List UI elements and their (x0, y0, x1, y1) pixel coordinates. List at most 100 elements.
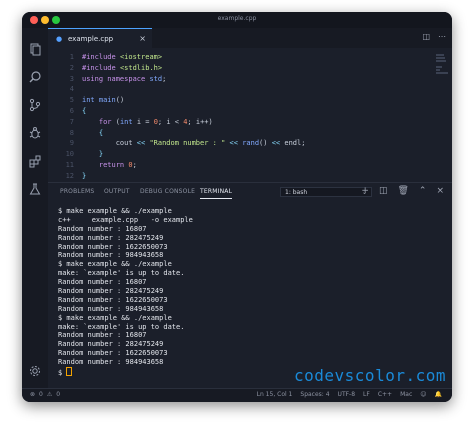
split-editor-icon[interactable]: ◫ (422, 32, 430, 41)
line-number: 11 (65, 160, 74, 169)
extensions-icon[interactable] (28, 154, 42, 168)
debug-icon[interactable] (28, 126, 42, 140)
terminal-line: Random number : 984943658 (58, 251, 164, 260)
code-line[interactable]: 11 return 0; (48, 160, 418, 171)
code-text: using namespace std; (82, 74, 167, 83)
status-bar: ⊗ 0 ⚠ 0 Ln 15, Col 1 Spaces: 4 UTF-8 LF … (22, 388, 452, 402)
maximize-panel-icon[interactable]: ⌃ (419, 186, 427, 196)
minimap[interactable] (436, 54, 448, 84)
code-line[interactable]: 1 #include <iostream> (48, 52, 418, 63)
line-number: 5 (69, 96, 74, 105)
tab-label: example.cpp (68, 34, 114, 43)
code-line[interactable]: 2 #include <stdlib.h> (48, 63, 418, 74)
tab-terminal[interactable]: TERMINAL (200, 188, 233, 199)
title-bar: example.cpp (22, 12, 452, 28)
warning-count: 0 (56, 391, 61, 398)
code-text: #include <stdlib.h> (82, 63, 163, 72)
terminal-line: $ make example && ./example (58, 260, 172, 269)
line-number: 2 (69, 63, 74, 72)
terminal-line: $ make example && ./example (58, 207, 172, 215)
terminal-prompt: $ (58, 369, 67, 378)
settings-gear-icon[interactable] (28, 364, 42, 378)
notifications-bell-icon[interactable]: 🔔 (435, 391, 442, 398)
line-number: 7 (69, 117, 74, 126)
terminal-line: Random number : 282475249 (58, 340, 164, 349)
terminal-line: Random number : 16807 (58, 224, 147, 233)
new-terminal-icon[interactable]: + (361, 186, 369, 196)
code-line[interactable]: 9 cout << "Random number : " << rand() <… (48, 138, 418, 149)
close-panel-icon[interactable]: × (436, 186, 444, 196)
status-platform[interactable]: Mac (400, 391, 412, 398)
search-icon[interactable] (28, 70, 42, 84)
terminal-line: Random number : 984943658 (58, 304, 164, 313)
code-line[interactable]: 10 } (48, 149, 418, 160)
code-line[interactable]: 8 { (48, 128, 418, 139)
terminal-line: make: `example' is up to date. (58, 269, 185, 278)
line-number: 4 (69, 85, 74, 94)
code-text: int main() (82, 96, 125, 105)
status-language[interactable]: C++ (378, 391, 392, 398)
terminal-line: Random number : 1622650073 (58, 242, 168, 251)
error-count: 0 (39, 391, 43, 398)
code-editor[interactable]: 1 #include <iostream> 2 #include <stdlib.h>… (48, 52, 418, 191)
terminal-line: Random number : 1622650073 (58, 349, 168, 358)
code-line[interactable]: 5 int main() (48, 95, 418, 106)
editor-actions: ◫ ⋯ (422, 32, 446, 41)
tab-problems[interactable]: PROBLEMS (60, 188, 94, 195)
line-number: 3 (69, 74, 74, 83)
code-line[interactable]: 7 for (int i = 0; i < 4; i++) (48, 117, 418, 128)
line-number: 6 (69, 106, 74, 115)
panel-tabs: PROBLEMS OUTPUT DEBUG CONSOLE TERMINAL 1… (48, 183, 452, 201)
status-encoding[interactable]: UTF-8 (338, 391, 356, 398)
terminal-line: Random number : 282475249 (58, 233, 164, 242)
line-number: 8 (69, 128, 74, 137)
code-line[interactable]: 4 (48, 84, 418, 95)
warning-icon: ⚠ (46, 391, 53, 398)
vscode-window: example.cpp ● example.cpp × ◫ ⋯ 1 #inclu… (22, 12, 452, 402)
code-text: } (98, 150, 104, 159)
line-number: 10 (65, 150, 74, 159)
explorer-icon[interactable] (28, 42, 42, 56)
terminal-line: c++ example.cpp -o example (58, 215, 193, 224)
close-tab-icon[interactable]: × (139, 34, 146, 43)
code-text: for (int i = 0; i < 4; i++) (98, 117, 213, 126)
status-eol[interactable]: LF (363, 391, 370, 398)
terminal-output[interactable]: $ make example && ./example c++ example.c… (58, 207, 438, 378)
code-text: return 0; (98, 160, 137, 169)
line-number: 12 (65, 171, 74, 180)
source-control-icon[interactable] (28, 98, 42, 112)
panel-actions: + ◫ 🗑 ⌃ × (361, 186, 444, 196)
more-actions-icon[interactable]: ⋯ (438, 32, 446, 41)
trash-icon[interactable]: 🗑 (397, 186, 408, 196)
terminal-line: make: `example' is up to date. (58, 322, 185, 331)
error-icon: ⊗ (30, 391, 36, 398)
terminal-cursor (66, 367, 73, 377)
editor-area: ● example.cpp × ◫ ⋯ 1 #include <iostream>… (48, 28, 452, 191)
code-text: } (82, 171, 87, 180)
code-line[interactable]: 6{ (48, 106, 418, 117)
terminal-line: Random number : 16807 (58, 331, 147, 340)
terminal-select[interactable]: 1: bash ⌄ (280, 187, 372, 197)
terminal-line: Random number : 16807 (58, 278, 147, 287)
tab-output[interactable]: OUTPUT (104, 188, 130, 195)
status-problems[interactable]: ⊗ 0 ⚠ 0 (30, 391, 60, 398)
tab-example-cpp[interactable]: ● example.cpp × (48, 28, 152, 48)
code-text: { (82, 106, 87, 115)
status-indentation[interactable]: Spaces: 4 (300, 391, 329, 398)
terminal-line: Random number : 282475249 (58, 287, 164, 296)
testing-flask-icon[interactable] (28, 182, 42, 196)
bottom-panel: PROBLEMS OUTPUT DEBUG CONSOLE TERMINAL 1… (48, 182, 452, 389)
cpp-file-icon: ● (56, 34, 63, 43)
editor-tabs: ● example.cpp × ◫ ⋯ (48, 28, 452, 48)
code-text: cout << "Random number : " << rand() << … (82, 139, 306, 148)
code-line[interactable]: 12} (48, 171, 418, 182)
line-number: 1 (69, 53, 74, 61)
tab-debug-console[interactable]: DEBUG CONSOLE (140, 188, 195, 195)
code-text: #include <iostream> (82, 53, 163, 61)
activity-bar (22, 28, 48, 388)
status-cursor-position[interactable]: Ln 15, Col 1 (257, 391, 293, 398)
code-line[interactable]: 3 using namespace std; (48, 74, 418, 85)
watermark: codevscolor.com (294, 366, 446, 385)
split-terminal-icon[interactable]: ◫ (379, 186, 388, 196)
feedback-icon[interactable]: ☺ (420, 391, 426, 398)
